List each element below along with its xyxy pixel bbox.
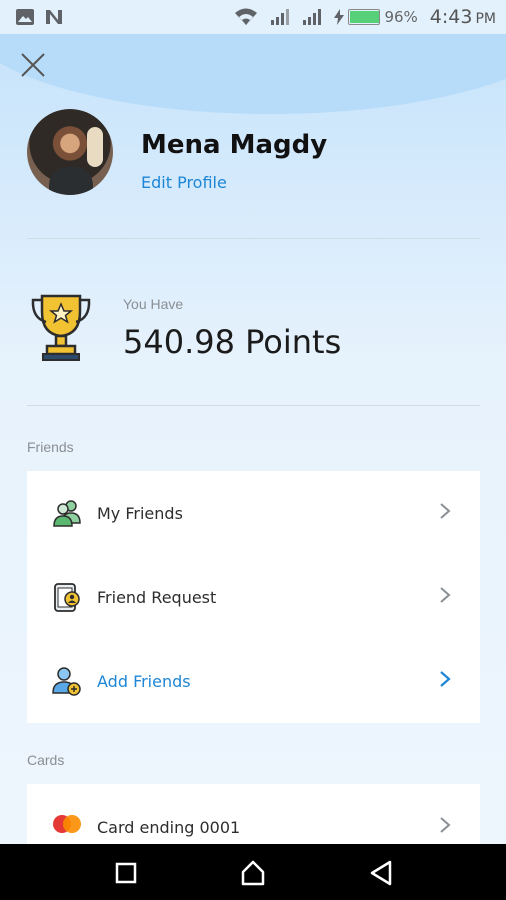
header-wave [0,34,506,114]
card-label: Card ending 0001 [97,818,241,837]
friends-icon [53,500,81,527]
my-friends-row[interactable]: My Friends [27,471,480,555]
divider [27,238,480,239]
charging-icon [334,9,345,25]
status-bar: 96% 4:43 PM [0,0,506,34]
profile-name: Mena Magdy [141,130,328,160]
card-row[interactable]: Card ending 0001 [27,784,480,844]
n-app-icon [46,10,62,24]
points-value: 540.98 Points [123,323,342,361]
time-ampm: PM [475,11,496,27]
battery-percent: 96% [384,8,418,26]
points-caption: You Have [123,296,184,312]
image-icon [16,9,34,25]
add-friends-label: Add Friends [97,672,191,691]
edit-profile-link[interactable]: Edit Profile [141,173,227,192]
my-friends-label: My Friends [97,504,183,523]
trophy-icon [31,294,91,361]
clock: 4:43 PM [430,6,496,28]
chevron-right-icon [440,503,451,519]
battery-icon [348,9,381,25]
chevron-right-icon [440,671,451,687]
signal-icon [303,9,322,25]
avatar[interactable] [27,109,113,195]
friend-request-row[interactable]: Friend Request [27,555,480,639]
recents-icon[interactable] [111,858,141,888]
close-icon[interactable] [18,50,48,80]
friend-request-icon [54,583,80,612]
chevron-right-icon [440,817,451,833]
battery-indicator: 96% [334,8,418,26]
back-icon[interactable] [366,858,396,888]
friend-request-label: Friend Request [97,588,217,607]
mastercard-icon [53,815,81,833]
cards-section-title: Cards [27,752,65,768]
friends-card: My Friends Friend Request Add Friends [27,471,480,723]
time-text: 4:43 [429,6,473,28]
chevron-right-icon [440,587,451,603]
cards-card: Card ending 0001 [27,784,480,844]
home-icon[interactable] [238,858,268,888]
friends-section-title: Friends [27,439,74,455]
divider [27,405,480,406]
wifi-icon [235,8,258,25]
add-friends-row[interactable]: Add Friends [27,639,480,723]
add-friend-icon [52,667,81,696]
navigation-bar [0,844,506,900]
signal-icon [271,9,290,25]
